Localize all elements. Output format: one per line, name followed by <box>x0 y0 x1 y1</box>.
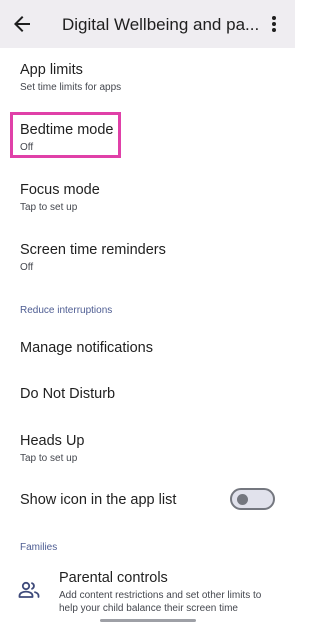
bedtime-mode-subtitle: Off <box>20 142 34 153</box>
arrow-back-icon <box>14 16 30 32</box>
app-limits-title: App limits <box>20 62 83 78</box>
parental-controls-title: Parental controls <box>59 570 168 586</box>
screen-time-reminders-subtitle: Off <box>20 262 34 273</box>
bedtime-mode-title: Bedtime mode <box>20 122 114 138</box>
gesture-handle[interactable] <box>100 619 196 622</box>
section-header-reduce-interruptions: Reduce interruptions <box>20 305 113 316</box>
family-icon <box>17 578 41 602</box>
show-icon-toggle[interactable] <box>230 488 275 510</box>
do-not-disturb-title: Do Not Disturb <box>20 386 116 402</box>
parental-controls-item[interactable]: Parental controls Add content restrictio… <box>59 569 261 615</box>
focus-mode-item[interactable]: Focus mode Tap to set up <box>20 181 100 214</box>
heads-up-subtitle: Tap to set up <box>20 453 78 464</box>
section-header-families: Families <box>20 542 58 553</box>
show-icon-title: Show icon in the app list <box>20 492 177 508</box>
heads-up-title: Heads Up <box>20 433 85 449</box>
more-vert-icon <box>272 16 276 32</box>
more-options-button[interactable] <box>264 12 284 36</box>
show-icon-item[interactable]: Show icon in the app list <box>20 491 176 509</box>
back-button[interactable] <box>10 12 34 36</box>
app-limits-item[interactable]: App limits Set time limits for apps <box>20 61 121 94</box>
app-limits-subtitle: Set time limits for apps <box>20 82 122 93</box>
do-not-disturb-item[interactable]: Do Not Disturb <box>20 385 115 403</box>
top-app-bar: Digital Wellbeing and pa... <box>0 0 295 48</box>
screen-time-reminders-item[interactable]: Screen time reminders Off <box>20 241 166 274</box>
heads-up-item[interactable]: Heads Up Tap to set up <box>20 432 84 465</box>
screen-time-reminders-title: Screen time reminders <box>20 242 166 258</box>
manage-notifications-title: Manage notifications <box>20 340 153 356</box>
toggle-knob <box>237 494 248 505</box>
parental-controls-subtitle-line2: help your child balance their screen tim… <box>59 603 238 614</box>
manage-notifications-item[interactable]: Manage notifications <box>20 339 153 357</box>
focus-mode-subtitle: Tap to set up <box>20 202 78 213</box>
bedtime-mode-item[interactable]: Bedtime mode Off <box>20 121 114 154</box>
focus-mode-title: Focus mode <box>20 182 100 198</box>
parental-controls-subtitle-line1: Add content restrictions and set other l… <box>59 590 262 601</box>
page-title: Digital Wellbeing and pa... <box>62 15 260 34</box>
